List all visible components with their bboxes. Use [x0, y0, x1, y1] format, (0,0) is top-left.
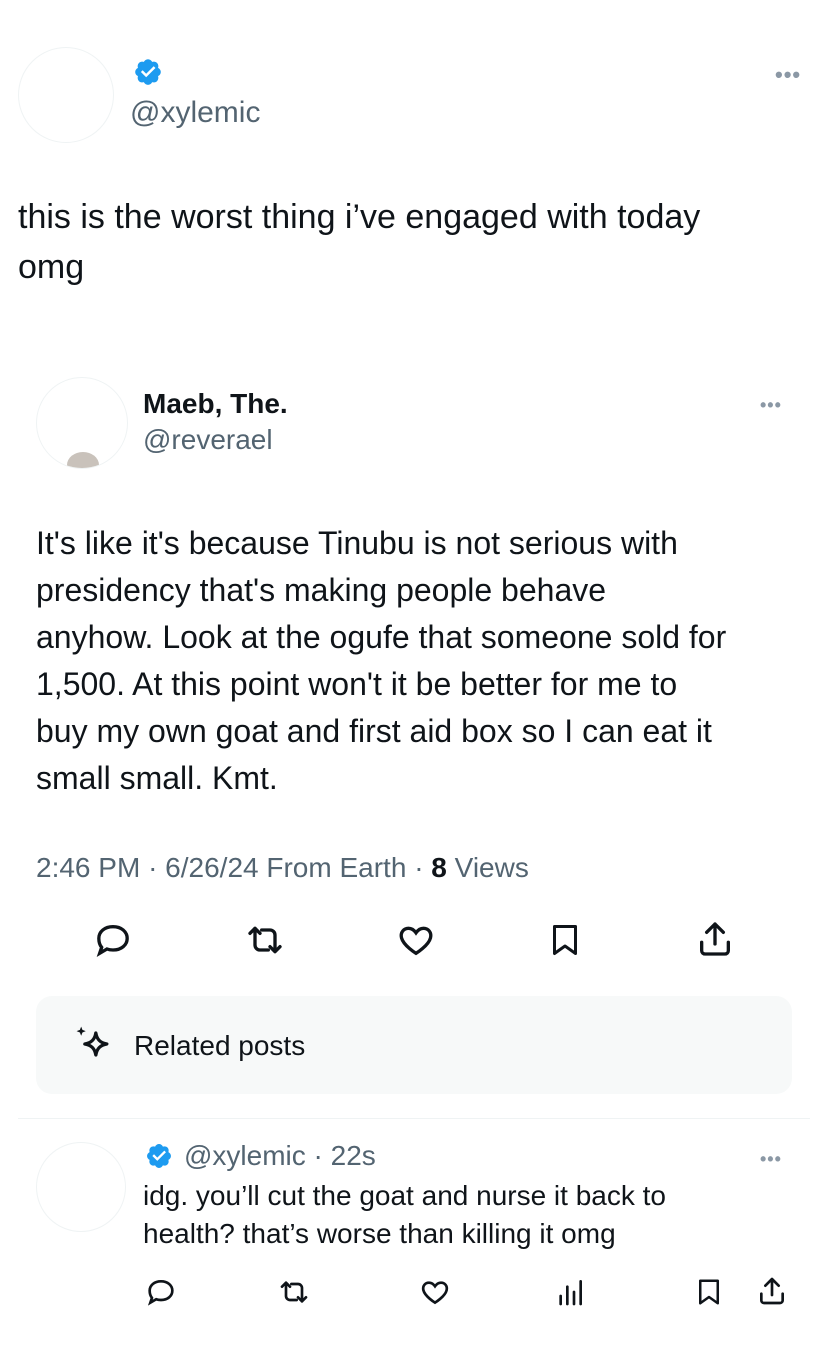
avatar-xylemic[interactable]: [18, 47, 114, 143]
tweet-time[interactable]: 2:46 PM: [36, 852, 140, 883]
related-posts-label: Related posts: [134, 1030, 306, 1061]
retweet-icon[interactable]: [243, 920, 287, 960]
sparkle-icon: [72, 1022, 116, 1066]
views-icon[interactable]: [554, 1276, 586, 1308]
avatar-reverael[interactable]: [36, 377, 128, 469]
tweet-date[interactable]: 6/26/24: [165, 852, 258, 883]
main-handle[interactable]: @reverael: [143, 424, 273, 456]
quote-handle[interactable]: @xylemic: [130, 96, 260, 130]
reply-text-line-2: health? that’s worse than killing it omg: [143, 1218, 616, 1249]
retweet-icon[interactable]: [276, 1276, 312, 1308]
tweet-line: It's like it's because Tinubu is not ser…: [36, 525, 678, 561]
display-name[interactable]: Maeb, The.: [143, 388, 288, 420]
like-icon[interactable]: [418, 1276, 452, 1308]
tweet-line: small small. Kmt.: [36, 760, 278, 796]
tweet-line: 1,500. At this point won't it be better …: [36, 666, 678, 702]
views-label: Views: [454, 852, 529, 883]
related-posts-button[interactable]: Related posts: [36, 996, 792, 1094]
verified-icon: [133, 57, 163, 87]
bookmark-icon[interactable]: [547, 920, 583, 960]
bookmark-icon[interactable]: [694, 1276, 724, 1308]
more-icon[interactable]: •••: [760, 396, 782, 414]
share-icon[interactable]: [695, 918, 735, 960]
share-icon[interactable]: [756, 1274, 788, 1308]
avatar-figure: [67, 452, 99, 468]
quote-text-line-2: omg: [18, 248, 85, 286]
views-count: 8: [431, 852, 447, 883]
like-icon[interactable]: [395, 920, 437, 960]
reply-text-line-1: idg. you’ll cut the goat and nurse it ba…: [143, 1180, 666, 1211]
reply-icon[interactable]: [93, 920, 133, 960]
reply-header: @xylemic · 22s: [184, 1140, 376, 1171]
reply-age[interactable]: 22s: [331, 1140, 376, 1171]
divider: [18, 1118, 810, 1119]
reply-handle[interactable]: @xylemic: [184, 1140, 306, 1171]
more-icon[interactable]: •••: [760, 1150, 782, 1168]
more-icon[interactable]: •••: [775, 64, 801, 86]
tweet-line: anyhow. Look at the ogufe that someone s…: [36, 619, 727, 655]
verified-icon: [145, 1142, 173, 1170]
quote-text-line-1: this is the worst thing i’ve engaged wit…: [18, 198, 701, 236]
tweet-meta: 2:46 PM · 6/26/24 From Earth · 8 Views: [36, 852, 529, 883]
tweet-line: presidency that's making people behave: [36, 572, 607, 608]
avatar-xylemic-reply[interactable]: [36, 1142, 126, 1232]
tweet-body: It's like it's because Tinubu is not ser…: [36, 520, 726, 802]
reply-icon[interactable]: [145, 1276, 177, 1308]
tweet-line: buy my own goat and first aid box so I c…: [36, 713, 712, 749]
tweet-source: From Earth: [266, 852, 407, 883]
